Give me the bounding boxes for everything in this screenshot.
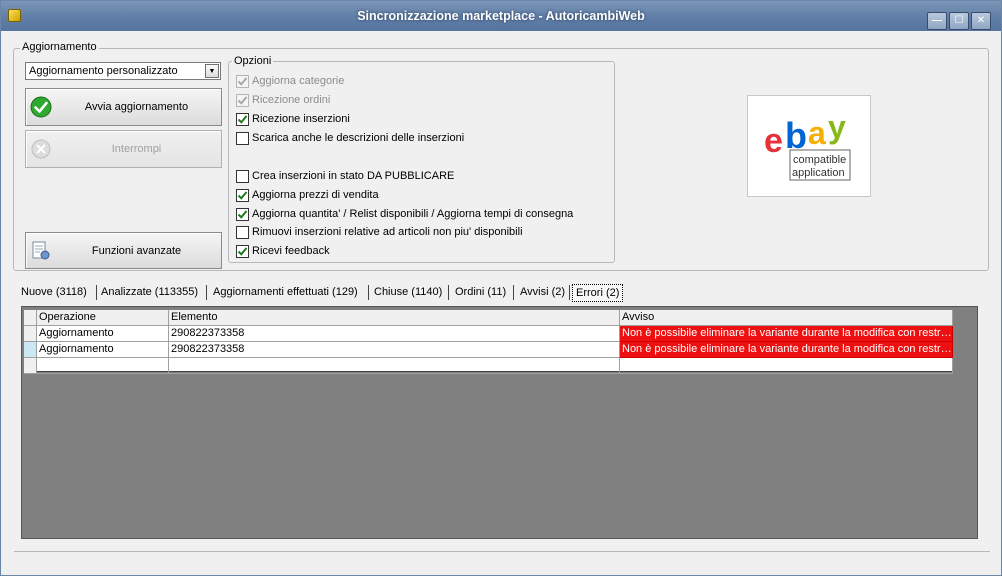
close-button[interactable]: ✕ [971, 12, 991, 30]
option-label: Ricezione ordini [252, 94, 331, 106]
column-header-avviso[interactable]: Avviso [620, 310, 953, 326]
logo-line2: application [792, 167, 845, 179]
checkmark-icon [237, 191, 248, 200]
cell-avviso-error[interactable]: Non è possibile eliminare la variante du… [620, 342, 953, 358]
start-update-label: Avvia aggiornamento [84, 101, 189, 113]
column-header-operazione[interactable]: Operazione [37, 310, 169, 326]
errors-grid-panel: Operazione Elemento Avviso Aggiornamento… [21, 306, 978, 539]
cell-new-operazione[interactable] [37, 358, 169, 374]
maximize-button[interactable]: ☐ [949, 12, 969, 30]
option-label: Crea inserzioni in stato DA PUBBLICARE [252, 170, 455, 182]
option-checkbox[interactable] [236, 189, 249, 202]
option-label: Ricevi feedback [252, 245, 330, 257]
option-checkbox[interactable] [236, 226, 249, 239]
logo-line1: compatible [793, 154, 846, 166]
app-icon [8, 9, 21, 22]
window-content: Aggiornamento Aggiornamento personalizza… [2, 31, 1001, 575]
main-window: Sincronizzazione marketplace - Autoricam… [0, 0, 1002, 576]
table-row-new[interactable] [24, 358, 953, 374]
option-checkbox[interactable] [236, 132, 249, 145]
row-selector-header [24, 310, 37, 326]
logo-letter-a: a [808, 115, 826, 151]
option-label: Scarica anche le descrizioni delle inser… [252, 132, 465, 144]
cell-new-elemento[interactable] [169, 358, 620, 374]
grid-header-row: Operazione Elemento Avviso [24, 310, 953, 326]
cell-operazione[interactable]: Aggiornamento [37, 342, 169, 358]
bottom-divider [14, 551, 990, 552]
tab-nuove[interactable]: Nuove (3118) [21, 284, 87, 302]
option-checkbox[interactable] [236, 170, 249, 183]
opzioni-legend: Opzioni [232, 55, 274, 67]
option-checkbox[interactable] [236, 94, 249, 107]
ebay-compatible-logo: e b a y compatible application [747, 95, 871, 197]
option-label: Rimuovi inserzioni relative ad articoli … [252, 226, 523, 238]
logo-letter-e: e [764, 122, 783, 160]
option-checkbox[interactable] [236, 75, 249, 88]
tab-ordini[interactable]: Ordini (11) [455, 284, 506, 302]
title-bar[interactable]: Sincronizzazione marketplace - Autoricam… [1, 1, 1001, 31]
checkmark-icon [237, 210, 248, 219]
cell-avviso-error[interactable]: Non è possibile eliminare la variante du… [620, 326, 953, 342]
cell-elemento[interactable]: 290822373358 [169, 326, 620, 342]
aggiornamento-legend: Aggiornamento [20, 41, 99, 53]
option-label: Ricezione inserzioni [252, 113, 350, 125]
update-mode-select[interactable]: Aggiornamento personalizzato ▼ [25, 62, 221, 80]
option-label: Aggiorna prezzi di vendita [252, 189, 379, 201]
logo-letter-y: y [828, 109, 846, 145]
row-selector-current[interactable] [24, 342, 37, 358]
checkmark-icon [237, 77, 248, 86]
table-row[interactable]: Aggiornamento 290822373358 Non è possibi… [24, 326, 953, 342]
tab-aggiornamenti-effettuati[interactable]: Aggiornamenti effettuati (129) [213, 284, 358, 302]
option-checkbox[interactable] [236, 245, 249, 258]
row-selector-new[interactable] [24, 358, 37, 374]
window-title: Sincronizzazione marketplace - Autoricam… [357, 9, 645, 23]
cell-elemento[interactable]: 290822373358 [169, 342, 620, 358]
cell-operazione[interactable]: Aggiornamento [37, 326, 169, 342]
row-selector[interactable] [24, 326, 37, 342]
option-checkbox[interactable] [236, 208, 249, 221]
option-label: Aggiorna categorie [252, 75, 345, 87]
chevron-down-icon[interactable]: ▼ [205, 64, 219, 78]
advanced-functions-label: Funzioni avanzate [91, 245, 182, 257]
checkmark-icon [237, 96, 248, 105]
stop-label: Interrompi [111, 143, 162, 155]
tab-analizzate[interactable]: Analizzate (113355) [101, 284, 198, 302]
advanced-functions-button[interactable]: Funzioni avanzate [25, 232, 222, 269]
stop-button[interactable]: Interrompi [25, 130, 222, 168]
option-label: Aggiorna quantita' / Relist disponibili … [252, 208, 574, 220]
tab-avvisi[interactable]: Avvisi (2) [520, 284, 565, 302]
errors-grid: Operazione Elemento Avviso Aggiornamento… [24, 310, 953, 374]
column-header-elemento[interactable]: Elemento [169, 310, 620, 326]
option-checkbox[interactable] [236, 113, 249, 126]
cell-new-avviso[interactable] [620, 358, 953, 374]
checkmark-icon [237, 247, 248, 256]
table-row[interactable]: Aggiornamento 290822373358 Non è possibi… [24, 342, 953, 358]
update-mode-value: Aggiornamento personalizzato [29, 65, 178, 77]
checkmark-icon [237, 115, 248, 124]
minimize-button[interactable]: — [927, 12, 947, 30]
tab-errori[interactable]: Errori (2) [572, 284, 624, 302]
ebay-logo-icon: e b a y compatible application [764, 109, 851, 181]
tab-chiuse[interactable]: Chiuse (1140) [374, 284, 442, 302]
start-update-button[interactable]: Avvia aggiornamento [25, 88, 222, 126]
